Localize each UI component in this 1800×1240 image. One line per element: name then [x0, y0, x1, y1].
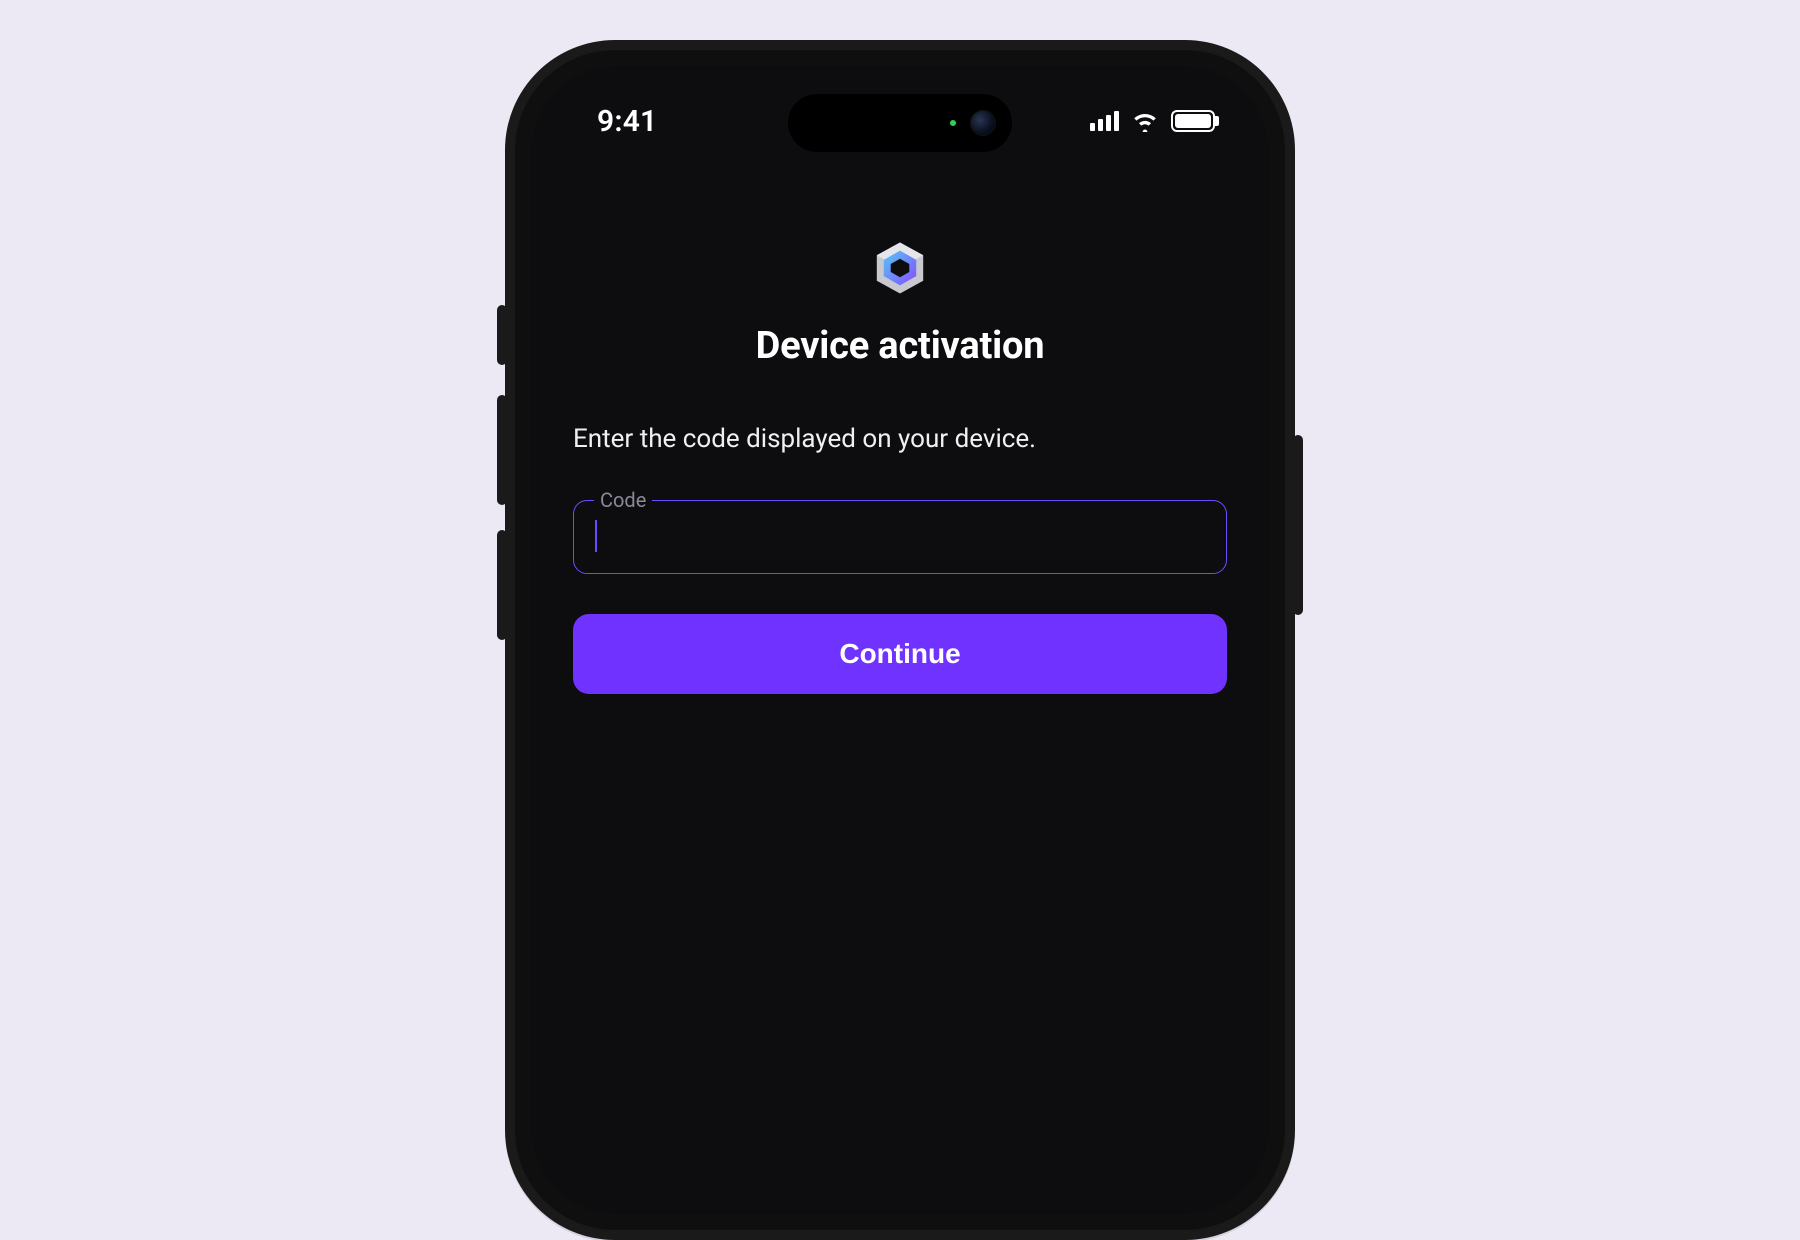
cellular-icon: [1090, 111, 1119, 131]
hexagon-logo-icon: [868, 236, 932, 300]
camera-indicator-dot: [950, 120, 956, 126]
code-field-wrap: Code: [573, 490, 1227, 574]
side-button-silence: [497, 305, 507, 365]
screen: 9:41: [531, 66, 1269, 1214]
wifi-icon: [1131, 110, 1159, 132]
text-caret: [595, 520, 597, 552]
page-title: Device activation: [756, 324, 1045, 368]
battery-icon: [1171, 110, 1215, 132]
content: Device activation Enter the code display…: [531, 236, 1269, 694]
code-input[interactable]: [574, 504, 1226, 564]
stage: 9:41: [0, 0, 1800, 986]
instruction-text: Enter the code displayed on your device.: [573, 424, 1036, 454]
side-button-volume-down: [497, 530, 507, 640]
phone-frame: 9:41: [505, 40, 1295, 1240]
dynamic-island: [788, 94, 1012, 152]
front-camera: [970, 110, 996, 136]
side-button-power: [1293, 435, 1303, 615]
status-indicators: [1090, 110, 1215, 132]
code-fieldset: Code: [573, 490, 1227, 574]
side-button-volume-up: [497, 395, 507, 505]
continue-button[interactable]: Continue: [573, 614, 1227, 694]
status-time: 9:41: [597, 104, 657, 139]
